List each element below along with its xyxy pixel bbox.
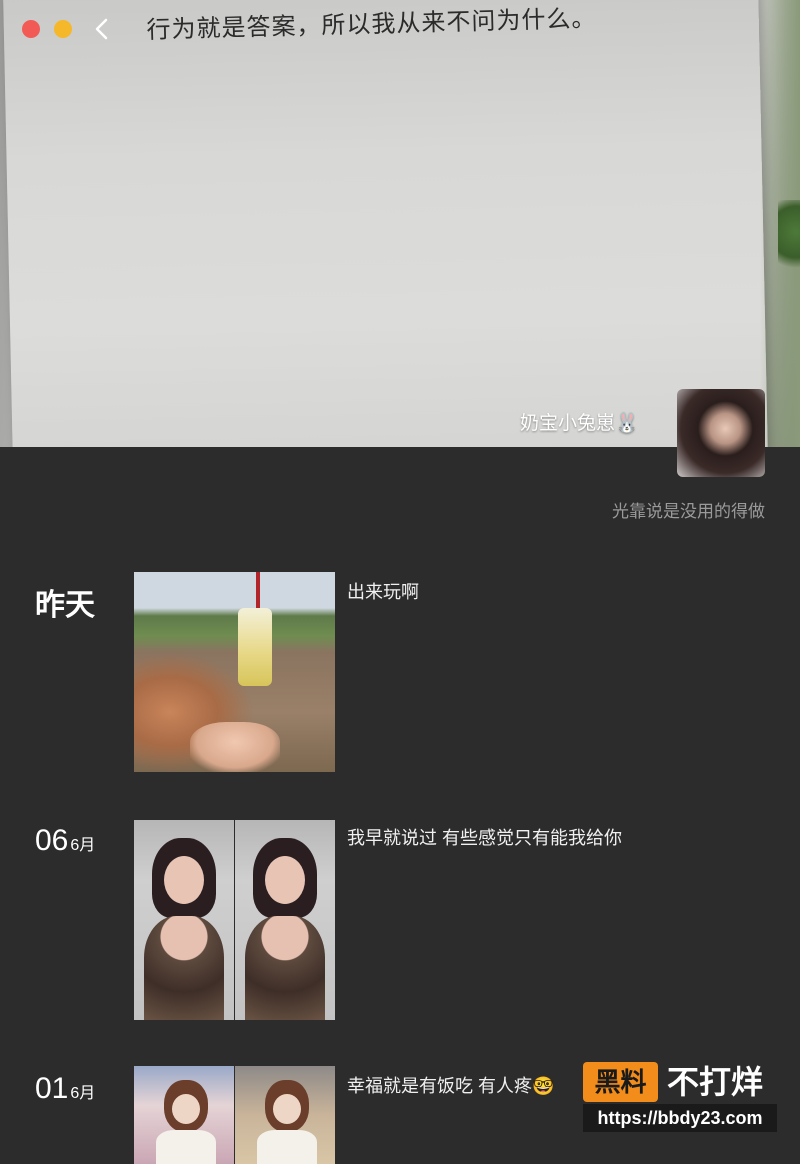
moment-text[interactable]: 出来玩啊 xyxy=(347,578,419,604)
profile-username[interactable]: 奶宝小兔崽🐰 xyxy=(520,408,670,435)
moment-text[interactable]: 幸福就是有饭吃 有人疼🤓 xyxy=(347,1072,554,1098)
profile-signature: 光靠说是没用的得做 xyxy=(612,502,765,521)
cover-photo[interactable]: 行为就是答案，所以我从来不问为什么。 xyxy=(0,0,800,447)
moment-text[interactable]: 我早就说过 有些感觉只有能我给你 xyxy=(347,824,622,850)
photo-face xyxy=(265,856,305,904)
photo-doll-face xyxy=(172,1094,200,1124)
minimize-window-button[interactable] xyxy=(54,20,72,38)
cover-paper xyxy=(3,0,768,447)
moment-date: 06 6月 xyxy=(35,824,95,858)
moment-date-day: 01 xyxy=(35,1072,69,1105)
photo-body xyxy=(144,916,224,1020)
moment-date-month: 6月 xyxy=(70,1085,96,1102)
cover-plant xyxy=(778,200,800,280)
watermark-title: 不打烊 xyxy=(667,1064,764,1100)
moment-date: 01 6月 xyxy=(35,1072,95,1106)
avatar[interactable] xyxy=(677,389,765,477)
close-window-button[interactable] xyxy=(22,20,40,38)
photo-doll-body xyxy=(156,1130,216,1164)
photo-cup xyxy=(238,608,272,686)
watermark: 黑料 不打烊 https://bbdy23.com xyxy=(583,1062,780,1132)
photo-face xyxy=(164,856,204,904)
photo-legs xyxy=(190,722,280,772)
moment-date-month: 6月 xyxy=(70,837,96,854)
back-button[interactable] xyxy=(92,16,112,42)
moment-photo[interactable] xyxy=(235,820,335,1020)
chevron-left-icon xyxy=(95,18,108,40)
moment-photo[interactable] xyxy=(134,820,234,1020)
moment-date-day: 06 xyxy=(35,824,69,857)
photo-doll-face xyxy=(273,1094,301,1124)
moment-photo[interactable] xyxy=(235,1066,335,1164)
watermark-url: https://bbdy23.com xyxy=(583,1104,777,1132)
watermark-badge: 黑料 xyxy=(583,1062,658,1102)
photo-body xyxy=(245,916,325,1020)
photo-doll-body xyxy=(257,1130,317,1164)
moment-photo[interactable] xyxy=(134,1066,234,1164)
photo-straw xyxy=(256,572,260,612)
moment-date: 昨天 xyxy=(35,589,95,622)
moment-photo[interactable] xyxy=(134,572,335,772)
window-controls xyxy=(22,20,72,38)
